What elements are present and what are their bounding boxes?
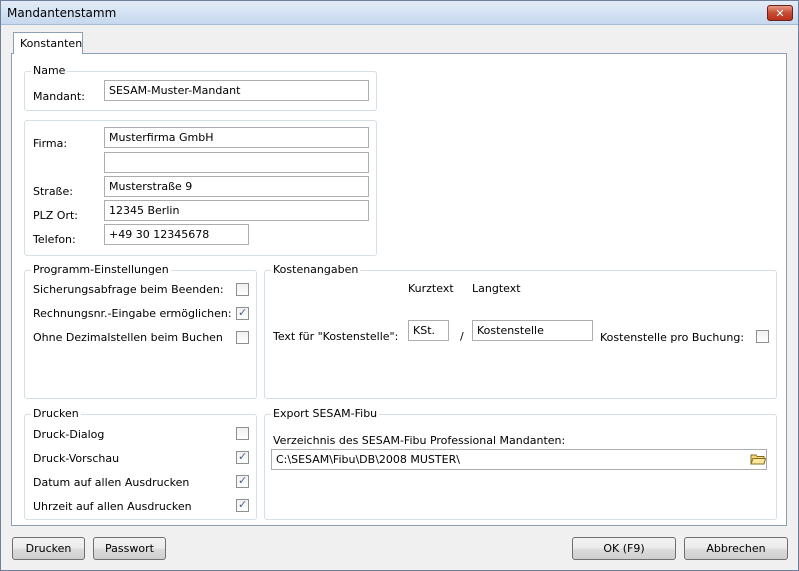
firma-input[interactable]: Musterfirma GmbH <box>104 127 369 148</box>
print-group-title: Drucken <box>31 407 81 420</box>
strasse-input[interactable]: Musterstraße 9 <box>104 176 369 197</box>
close-icon: ✕ <box>775 6 785 20</box>
pro-buchung-label: Kostenstelle pro Buchung: <box>600 331 745 344</box>
langtext-header: Langtext <box>472 282 521 295</box>
export-dir-value: C:\SESAM\Fibu\DB\2008 MUSTER\ <box>276 453 460 466</box>
plzort-label: PLZ Ort: <box>33 209 78 222</box>
passwort-button[interactable]: Passwort <box>93 537 166 560</box>
dezimalstellen-label: Ohne Dezimalstellen beim Buchen <box>33 331 223 344</box>
print-group: Drucken Druck-Dialog Druck-Vorschau ✓ Da… <box>24 407 257 520</box>
ok-button[interactable]: OK (F9) <box>572 537 676 560</box>
program-settings-title: Programm-Einstellungen <box>31 263 171 276</box>
passwort-button-label: Passwort <box>105 542 154 555</box>
title-bar: Mandantenstamm ✕ <box>1 1 798 25</box>
kosten-separator: / <box>460 330 464 343</box>
kurztext-input[interactable]: KSt. <box>408 320 449 341</box>
export-dir-input[interactable]: C:\SESAM\Fibu\DB\2008 MUSTER\ <box>271 449 767 470</box>
cost-group: Kostenangaben Kurztext Langtext Text für… <box>264 263 777 399</box>
firma2-input[interactable] <box>104 152 369 173</box>
export-group: Export SESAM-Fibu Verzeichnis des SESAM-… <box>264 407 777 520</box>
address-group: Firma: Musterfirma GmbH Straße: Musterst… <box>24 120 377 256</box>
druck-vorschau-label: Druck-Vorschau <box>33 452 120 465</box>
datum-label: Datum auf allen Ausdrucken <box>33 476 190 489</box>
pro-buchung-checkbox[interactable] <box>756 330 769 343</box>
check-icon: ✓ <box>238 450 248 463</box>
check-icon: ✓ <box>238 498 248 511</box>
tab-label: Konstanten <box>20 37 83 50</box>
telefon-input[interactable]: +49 30 12345678 <box>104 224 249 245</box>
tab-panel-konstanten: Name Mandant: SESAM-Muster-Mandant Firma… <box>11 53 787 526</box>
abbrechen-button-label: Abbrechen <box>706 542 766 555</box>
datum-checkbox[interactable]: ✓ <box>236 474 249 488</box>
uhrzeit-checkbox[interactable]: ✓ <box>236 498 249 512</box>
telefon-label: Telefon: <box>33 233 76 246</box>
mandant-label: Mandant: <box>33 90 85 103</box>
export-dir-label: Verzeichnis des SESAM-Fibu Professional … <box>273 434 566 447</box>
close-button[interactable]: ✕ <box>767 5 793 21</box>
langtext-input[interactable]: Kostenstelle <box>472 320 593 341</box>
kostenstelle-text-label: Text für "Kostenstelle": <box>273 330 399 343</box>
name-group: Name Mandant: SESAM-Muster-Mandant <box>24 64 377 111</box>
druck-vorschau-checkbox[interactable]: ✓ <box>236 450 249 464</box>
ok-button-label: OK (F9) <box>603 542 645 555</box>
sicherungsabfrage-label: Sicherungsabfrage beim Beenden: <box>33 283 224 296</box>
uhrzeit-label: Uhrzeit auf allen Ausdrucken <box>33 500 192 513</box>
export-group-title: Export SESAM-Fibu <box>271 407 380 420</box>
cost-group-title: Kostenangaben <box>271 263 361 276</box>
druck-dialog-checkbox[interactable] <box>236 427 249 440</box>
drucken-button[interactable]: Drucken <box>12 537 85 560</box>
kurztext-header: Kurztext <box>408 282 454 295</box>
tab-konstanten[interactable]: Konstanten <box>13 32 83 54</box>
abbrechen-button[interactable]: Abbrechen <box>684 537 788 560</box>
sicherungsabfrage-checkbox[interactable] <box>236 283 249 296</box>
dialog-window: Mandantenstamm ✕ Konstanten Name Mandant… <box>0 0 799 571</box>
druck-dialog-label: Druck-Dialog <box>33 428 105 441</box>
name-group-title: Name <box>31 64 68 77</box>
mandant-input[interactable]: SESAM-Muster-Mandant <box>104 80 369 101</box>
drucken-button-label: Drucken <box>25 542 72 555</box>
check-icon: ✓ <box>238 474 248 487</box>
plzort-input[interactable]: 12345 Berlin <box>104 200 369 221</box>
check-icon: ✓ <box>238 306 248 319</box>
dezimalstellen-checkbox[interactable] <box>236 331 249 344</box>
window-title: Mandantenstamm <box>7 6 117 20</box>
strasse-label: Straße: <box>33 185 73 198</box>
program-settings-group: Programm-Einstellungen Sicherungsabfrage… <box>24 263 257 399</box>
folder-icon[interactable] <box>750 452 766 466</box>
rechnungsnr-checkbox[interactable]: ✓ <box>236 306 249 320</box>
firma-label: Firma: <box>33 137 68 150</box>
rechnungsnr-label: Rechnungsnr.-Eingabe ermöglichen: <box>33 307 232 320</box>
